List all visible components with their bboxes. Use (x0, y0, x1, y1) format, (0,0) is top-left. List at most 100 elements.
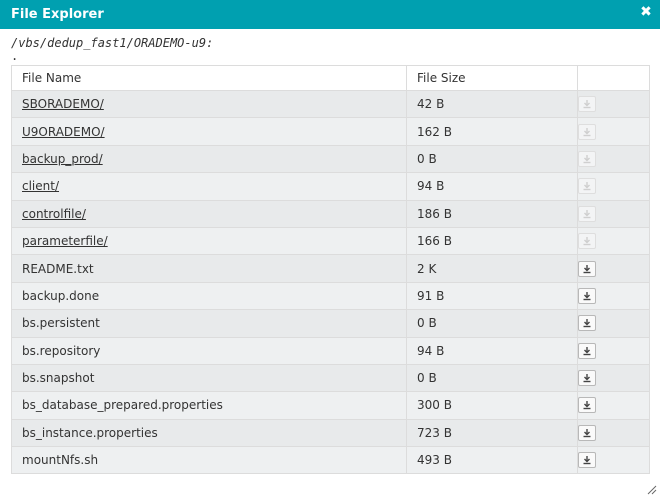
download-icon (583, 237, 591, 246)
current-dir-entry[interactable]: . (11, 50, 18, 62)
table-row: backup.done 91 B (11, 281, 650, 311)
action-cell (577, 446, 650, 475)
table-header-row: File Name File Size (11, 65, 650, 91)
download-icon (583, 346, 591, 355)
file-name: mountNfs.sh (22, 453, 99, 468)
file-size-cell: 94 B (406, 336, 578, 365)
file-name-cell: bs.persistent (11, 309, 407, 338)
table-row: parameterfile/166 B (11, 226, 650, 256)
table-row: client/94 B (11, 172, 650, 201)
action-cell (577, 309, 650, 338)
table-row: bs_instance.properties 723 B (11, 418, 650, 448)
file-name: backup.done (22, 288, 100, 303)
action-cell (577, 199, 650, 228)
download-button (578, 123, 596, 140)
file-name-cell: bs_instance.properties (11, 418, 407, 448)
current-path: /vbs/dedup_fast1/ORADEMO-u9: (11, 36, 214, 50)
download-icon (583, 127, 591, 136)
action-cell (577, 144, 650, 174)
directory-link[interactable]: U9ORADEMO/ (22, 125, 105, 139)
action-cell (577, 363, 650, 393)
directory-link[interactable]: controlfile/ (22, 207, 86, 221)
download-icon (583, 100, 591, 109)
download-icon (583, 209, 591, 218)
file-table: File Name File Size SBORADEMO/42 B U9ORAD… (11, 65, 650, 475)
file-size-cell: 42 B (406, 89, 578, 119)
download-button (578, 205, 596, 222)
file-size-cell: 166 B (406, 226, 578, 256)
directory-link[interactable]: SBORADEMO/ (22, 97, 104, 111)
table-row: U9ORADEMO/162 B (11, 117, 650, 146)
file-size-cell: 493 B (406, 446, 578, 475)
table-row: bs.repository 94 B (11, 336, 650, 365)
table-row: controlfile/186 B (11, 199, 650, 228)
file-name: bs_instance.properties (22, 425, 158, 440)
file-name: bs.snapshot (22, 371, 95, 386)
download-button[interactable] (578, 397, 596, 414)
download-icon (583, 319, 591, 328)
action-cell (577, 226, 650, 256)
download-icon (583, 456, 591, 465)
file-size-cell: 0 B (406, 363, 578, 393)
file-name-cell: bs_database_prepared.properties (11, 391, 407, 420)
file-name-cell: client/ (11, 172, 407, 201)
column-header-action (577, 65, 650, 91)
file-name-cell: backup.done (11, 281, 407, 311)
table-row: README.txt 2 K (11, 254, 650, 283)
file-size-cell: 2 K (406, 254, 578, 283)
file-size-cell: 723 B (406, 418, 578, 448)
download-button[interactable] (578, 315, 596, 332)
action-cell (577, 254, 650, 283)
action-cell (577, 172, 650, 201)
download-icon (583, 182, 591, 191)
directory-link[interactable]: backup_prod/ (22, 152, 103, 166)
table-row: bs_database_prepared.properties 300 B (11, 391, 650, 420)
file-name-cell: U9ORADEMO/ (11, 117, 407, 146)
download-button[interactable] (578, 424, 596, 441)
file-name-cell: parameterfile/ (11, 226, 407, 256)
file-name: bs.repository (22, 343, 101, 358)
close-icon[interactable]: ✖ (638, 4, 654, 20)
table-row: mountNfs.sh 493 B (11, 446, 650, 475)
file-size-cell: 162 B (406, 117, 578, 146)
action-cell (577, 89, 650, 119)
table-row: bs.persistent 0 B (11, 309, 650, 338)
download-icon (583, 374, 591, 383)
action-cell (577, 391, 650, 420)
action-cell (577, 281, 650, 311)
download-icon (583, 264, 591, 273)
download-button[interactable] (578, 287, 596, 304)
download-icon (583, 428, 591, 438)
file-size-cell: 0 B (406, 144, 578, 174)
download-button (578, 233, 596, 250)
file-name: bs_database_prepared.properties (22, 398, 223, 413)
download-icon (583, 291, 591, 301)
file-name: README.txt (22, 261, 94, 276)
download-button (578, 150, 596, 167)
download-button[interactable] (578, 452, 596, 469)
column-header-file-name[interactable]: File Name (11, 65, 407, 91)
download-button[interactable] (578, 370, 596, 387)
file-name-cell: bs.snapshot (11, 363, 407, 393)
directory-link[interactable]: client/ (22, 179, 59, 193)
file-size-cell: 91 B (406, 281, 578, 311)
download-button[interactable] (578, 260, 596, 277)
download-icon (583, 154, 591, 164)
file-name-cell: SBORADEMO/ (11, 89, 407, 119)
file-size-cell: 0 B (406, 309, 578, 338)
directory-link[interactable]: parameterfile/ (22, 234, 108, 248)
table-row: SBORADEMO/42 B (11, 89, 650, 119)
file-name: bs.persistent (22, 316, 100, 331)
action-cell (577, 418, 650, 448)
resize-grip-icon[interactable] (647, 485, 657, 495)
download-button (578, 178, 596, 195)
download-icon (583, 401, 591, 410)
file-name-cell: backup_prod/ (11, 144, 407, 174)
file-name-cell: controlfile/ (11, 199, 407, 228)
column-header-file-size[interactable]: File Size (406, 65, 578, 91)
download-button[interactable] (578, 342, 596, 359)
window-titlebar: File Explorer ✖ (0, 0, 660, 29)
file-name-cell: README.txt (11, 254, 407, 283)
action-cell (577, 336, 650, 365)
table-row: backup_prod/0 B (11, 144, 650, 174)
